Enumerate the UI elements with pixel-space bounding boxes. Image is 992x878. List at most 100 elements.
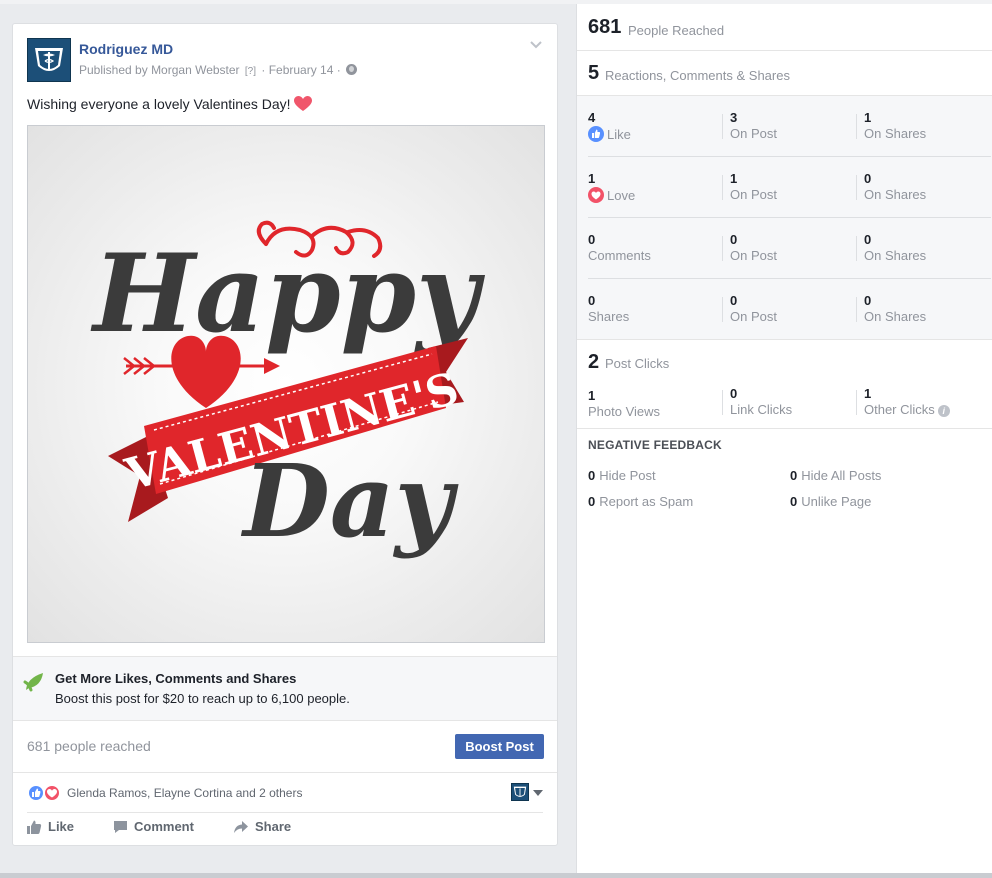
stat-love-on-post: 1 On Post (722, 171, 777, 202)
love-icon (588, 187, 604, 203)
stat-caption: Unlike Page (801, 494, 872, 509)
globe-icon[interactable] (346, 64, 358, 75)
reactors-names[interactable]: Glenda Ramos, Elayne Cortina and 2 other… (67, 786, 302, 800)
post-card: Rodriguez MD Published by Morgan Webster… (12, 23, 558, 846)
caduceus-logo-icon (35, 48, 63, 71)
stat-number: 0 (790, 468, 798, 483)
stat-row-comments: 0 Comments 0 On Post 0 On Shares (588, 218, 991, 279)
stat-number: 0 (864, 232, 872, 247)
boost-post-button[interactable]: Boost Post (455, 734, 544, 759)
people-reached-text[interactable]: 681 people reached (27, 738, 151, 754)
stat-number: 4 (588, 110, 596, 125)
publisher-link[interactable]: Morgan Webster (151, 63, 239, 77)
share-arrow-icon (234, 820, 248, 833)
like-button[interactable]: Like (27, 819, 74, 834)
stat-comments-on-post: 0 On Post (722, 232, 777, 263)
boost-subtitle: Boost this post for $20 to reach up to 6… (55, 691, 350, 706)
like-label: Like (48, 819, 75, 834)
stat-number: 0 (588, 468, 596, 483)
stat-number: 0 (588, 232, 596, 247)
other-clicks-stat: 1 Other Clicks i (856, 386, 950, 417)
stat-shares-on-post: 0 On Post (722, 293, 777, 324)
valentines-day-illustration: Happy VALENTINE'S Day (90, 220, 485, 560)
image-word-day: Day (240, 442, 459, 560)
post-header: Rodriguez MD Published by Morgan Webster… (27, 38, 543, 82)
bottom-border (0, 873, 992, 878)
caret-down-icon (533, 790, 543, 796)
stat-caption: On Post (730, 248, 777, 263)
stat-number: 0 (588, 494, 596, 509)
stat-number: 0 (730, 232, 738, 247)
share-button[interactable]: Share (233, 819, 291, 834)
post-meta: Published by Morgan Webster [?] · Februa… (79, 63, 358, 77)
checkmark-leaf-icon (23, 673, 43, 692)
stat-like-on-post: 3 On Post (722, 110, 777, 141)
link-clicks-stat: 0 Link Clicks (722, 386, 792, 417)
stat-caption: Shares (588, 309, 630, 324)
stat-caption: On Post (730, 187, 777, 202)
stat-love-on-shares: 0 On Shares (856, 171, 926, 202)
chevron-down-icon[interactable] (529, 40, 543, 50)
page-avatar[interactable] (27, 38, 71, 82)
unlike-page-stat: 0 Unlike Page (790, 494, 871, 509)
meta-separator: · (261, 63, 266, 77)
stat-number: 1 (730, 171, 738, 186)
reaction-icons[interactable] (27, 784, 65, 802)
post-message: Wishing everyone a lovely Valentines Day… (27, 96, 312, 112)
post-message-text: Wishing everyone a lovely Valentines Day… (27, 96, 291, 112)
stat-row-love: 1 Love 1 On Post 0 On Shares (588, 157, 991, 218)
stat-row-shares: 0 Shares 0 On Post 0 On Shares (588, 279, 991, 340)
comment-label: Comment (134, 819, 194, 834)
image-word-happy: Happy (90, 231, 485, 357)
comment-button[interactable]: Comment (113, 819, 194, 834)
share-label: Share (255, 819, 292, 834)
boost-promo: Get More Likes, Comments and Shares Boos… (13, 656, 557, 721)
stat-caption: Report as Spam (599, 494, 694, 509)
stat-caption: On Shares (864, 187, 927, 202)
stat-number: 1 (588, 388, 596, 403)
stat-number: 0 (730, 293, 738, 308)
stat-number: 0 (730, 386, 738, 401)
reach-label: People Reached (628, 23, 725, 38)
engagement-summary: 5 Reactions, Comments & Shares (577, 51, 992, 96)
stat-caption: Hide Post (599, 468, 656, 483)
stat-caption-text: Love (607, 188, 636, 203)
boost-title: Get More Likes, Comments and Shares (55, 671, 297, 686)
published-prefix: Published by (79, 63, 148, 77)
stat-caption: Comments (588, 248, 651, 263)
clicks-value: 2 (588, 351, 600, 373)
reach-summary: 681 People Reached (577, 4, 992, 51)
like-icon (588, 126, 604, 142)
heart-emoji-icon (293, 96, 312, 111)
post-insights-panel: 681 People Reached 5 Reactions, Comments… (576, 4, 992, 873)
post-image[interactable]: Happy VALENTINE'S Day (27, 125, 545, 643)
stat-caption: Photo Views (588, 404, 661, 419)
page-identity-selector[interactable] (505, 783, 543, 803)
reach-value: 681 (588, 16, 622, 38)
post-date-link[interactable]: February 14 (269, 63, 334, 77)
stat-number: 0 (588, 293, 596, 308)
clicks-label: Post Clicks (605, 356, 670, 371)
page-name-link[interactable]: Rodriguez MD (79, 41, 173, 57)
clicks-breakdown: 1 Photo Views 0 Link Clicks 1 Other Clic… (588, 386, 991, 426)
post-actions: Like Comment Share (27, 814, 543, 844)
stat-like-on-shares: 1 On Shares (856, 110, 926, 141)
stat-caption: Link Clicks (730, 402, 793, 417)
stat-caption: Hide All Posts (801, 468, 882, 483)
stat-caption: On Shares (864, 248, 927, 263)
like-reaction-icon (27, 784, 45, 802)
stat-caption-text: Like (607, 127, 631, 142)
stat-number: 1 (864, 110, 872, 125)
stat-comments-on-shares: 0 On Shares (856, 232, 926, 263)
stat-caption: Like (588, 126, 631, 143)
info-icon[interactable]: i (937, 405, 950, 417)
publisher-help-icon[interactable]: [?] (243, 66, 258, 77)
engagement-label: Reactions, Comments & Shares (605, 68, 790, 83)
reach-row: 681 people reached Boost Post (13, 721, 557, 773)
hide-post-stat: 0 Hide Post (588, 468, 656, 483)
stat-row-like: 4 Like 3 On Post 1 On Shares (588, 96, 991, 157)
stat-shares-on-shares: 0 On Shares (856, 293, 926, 324)
reactions-row: Glenda Ramos, Elayne Cortina and 2 other… (27, 773, 543, 813)
meta-separator: · (336, 63, 341, 77)
stat-caption: On Shares (864, 126, 927, 141)
